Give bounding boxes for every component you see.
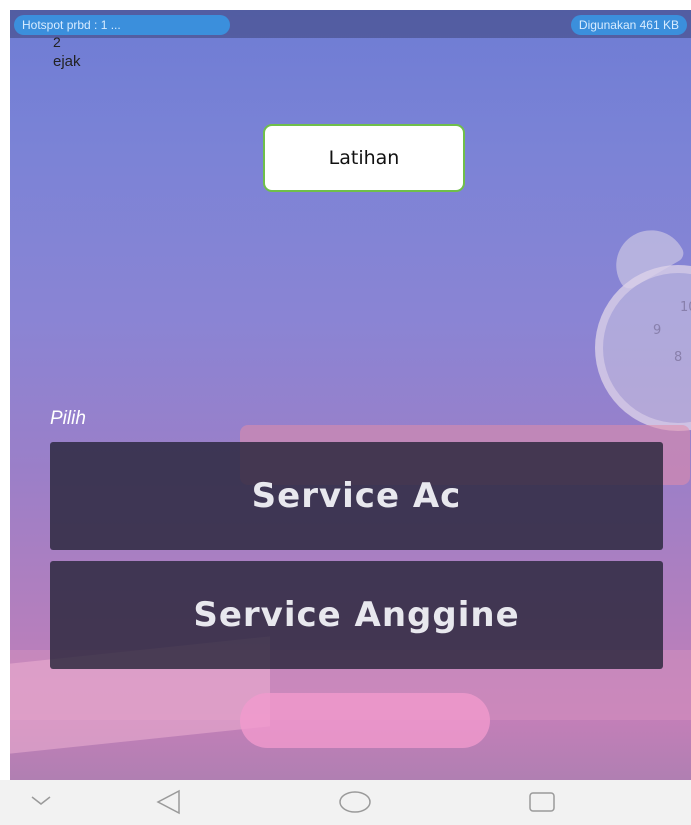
- mouse-decoration: [240, 693, 490, 748]
- service-anggine-button[interactable]: Service Anggine: [50, 561, 663, 669]
- clock-number: 9: [653, 323, 662, 338]
- data-usage-pill[interactable]: Digunakan 461 KB: [570, 15, 687, 35]
- choose-label: Pilih: [50, 408, 86, 429]
- service-ac-button[interactable]: Service Ac: [50, 442, 663, 550]
- clock-decoration: [595, 265, 691, 431]
- home-icon[interactable]: [338, 790, 372, 819]
- hotspot-pill[interactable]: Hotspot prbd : 1 ...: [14, 15, 230, 35]
- clock-number: 8: [674, 350, 683, 365]
- chevron-down-icon[interactable]: [30, 794, 52, 813]
- recents-icon[interactable]: [528, 791, 556, 818]
- status-bar: Hotspot prbd : 1 ... Digunakan 461 KB: [10, 10, 691, 38]
- app-screen: 10 9 8 Hotspot prbd : 1 ... Digunakan 46…: [10, 10, 691, 780]
- notification-count: 2: [53, 34, 61, 50]
- page-title: Latihan: [263, 124, 465, 192]
- clock-number: 10: [680, 300, 691, 315]
- phone-frame: 10 9 8 Hotspot prbd : 1 ... Digunakan 46…: [0, 0, 691, 825]
- back-icon[interactable]: [155, 789, 183, 820]
- notification-text: ejak: [53, 53, 81, 70]
- navigation-bar: [0, 780, 691, 825]
